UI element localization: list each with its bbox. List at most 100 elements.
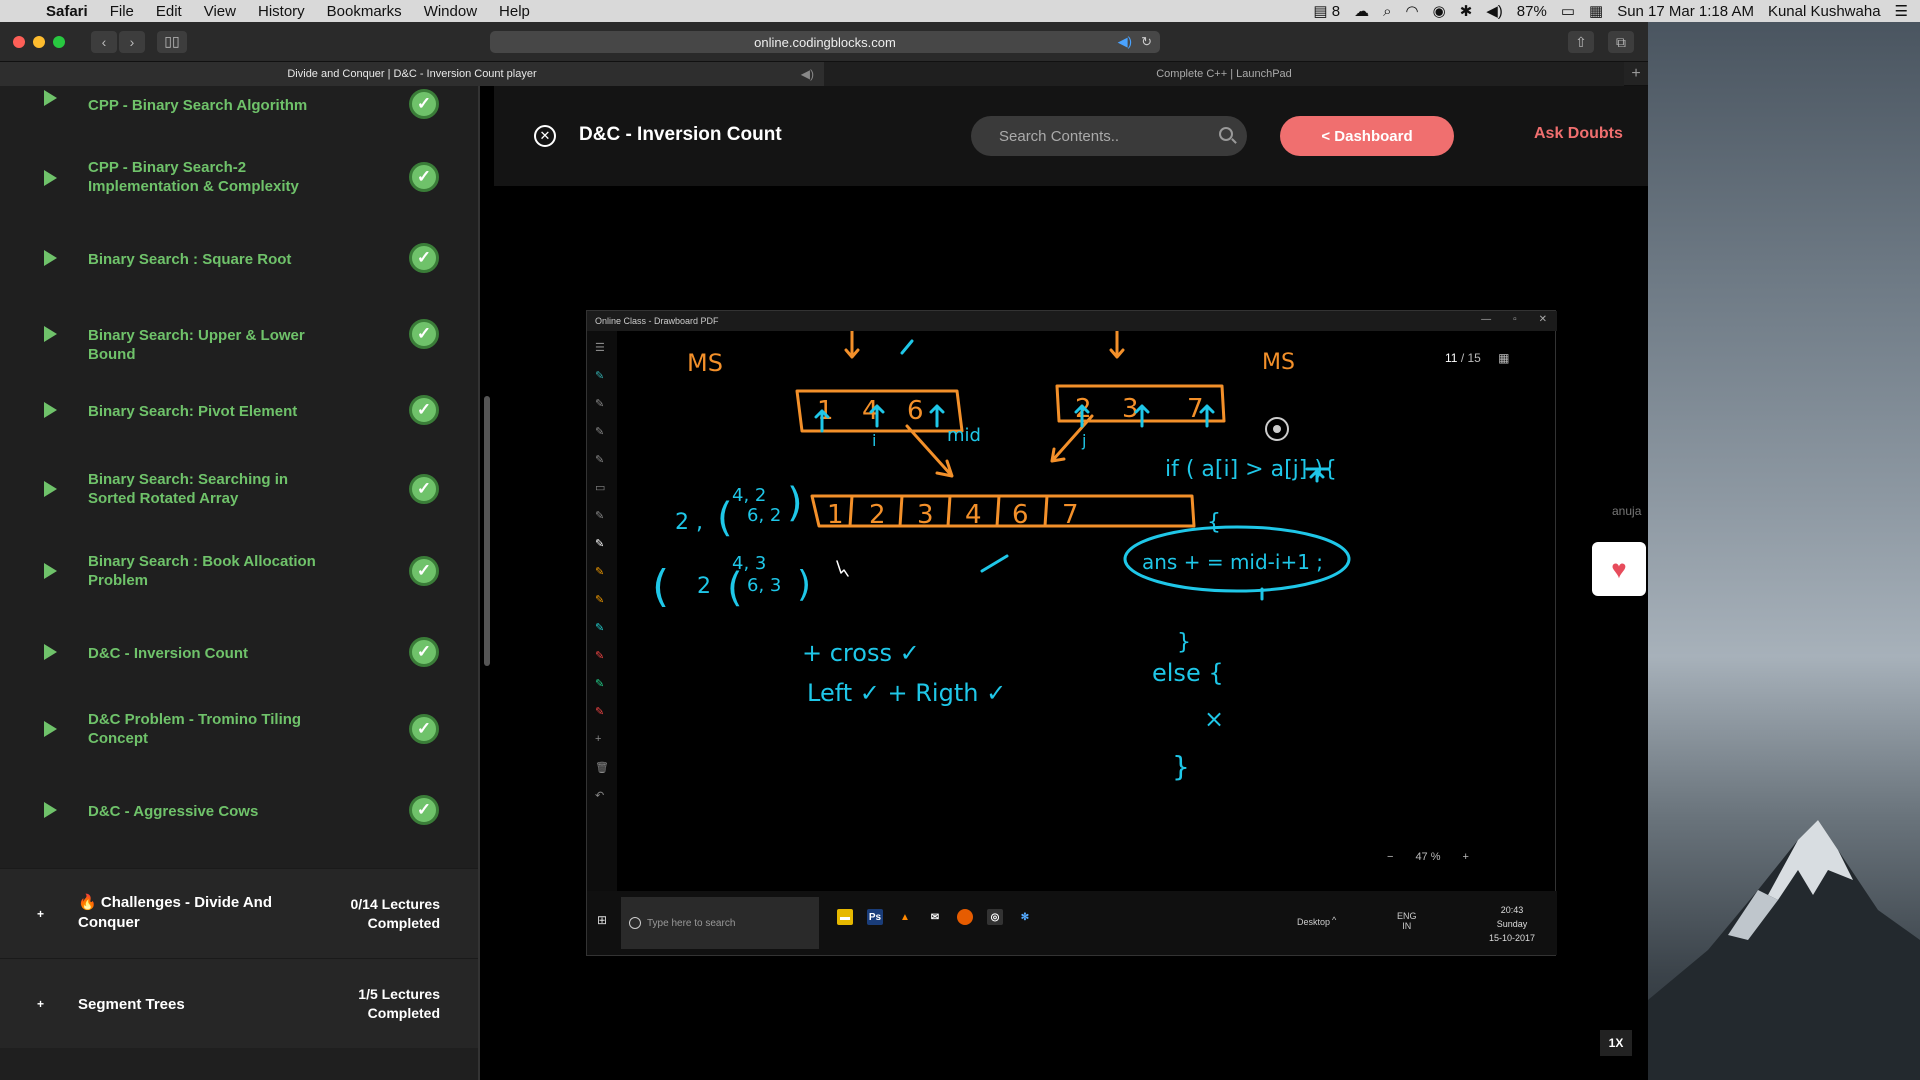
wifi-icon[interactable]: ◠ xyxy=(1406,2,1419,20)
list-icon[interactable]: ☰ xyxy=(1895,2,1908,20)
lecture-item[interactable]: D&C - Aggressive Cows ✓ xyxy=(0,790,478,830)
lecture-item[interactable]: Binary Search: Pivot Element ✓ xyxy=(0,390,478,430)
user-name[interactable]: Kunal Kushwaha xyxy=(1768,3,1881,20)
tab-launchpad[interactable]: Complete C++ | LaunchPad xyxy=(824,62,1624,86)
menu-file[interactable]: File xyxy=(110,3,134,20)
heart-chat-icon: ♥ xyxy=(1611,554,1627,584)
svg-text:else {: else { xyxy=(1152,659,1224,687)
svg-text:MS: MS xyxy=(687,349,723,377)
menu-app-name[interactable]: Safari xyxy=(46,3,88,20)
audio-playing-icon[interactable]: ◀) xyxy=(1118,34,1132,50)
search-input[interactable]: Search Contents.. xyxy=(971,116,1247,156)
lecture-title: Binary Search: Searching in Sorted Rotat… xyxy=(88,471,289,507)
url-text: online.codingblocks.com xyxy=(754,34,896,50)
expand-icon[interactable]: + xyxy=(37,907,44,921)
lecture-title: D&C Problem - Tromino Tiling Concept xyxy=(88,711,302,747)
check-icon: ✓ xyxy=(409,474,439,504)
notes-icon[interactable]: ▤ 8 xyxy=(1313,2,1340,20)
siri-icon[interactable]: ◉ xyxy=(1433,2,1446,20)
battery-icon[interactable]: ▭ xyxy=(1561,2,1575,20)
zoom-level: 47 % xyxy=(1415,851,1441,863)
lecture-item-active[interactable]: D&C - Inversion Count ✓ xyxy=(0,632,478,672)
chat-widget-button[interactable]: ♥ xyxy=(1592,542,1646,596)
eraser-icon: ✎ xyxy=(595,454,605,466)
ask-doubts-link[interactable]: Ask Doubts xyxy=(1534,125,1623,143)
new-tab-icon[interactable]: + xyxy=(1624,62,1648,85)
cloud-icon[interactable]: ☁ xyxy=(1354,2,1369,20)
close-icon[interactable]: ✕ xyxy=(534,125,556,147)
svg-text:2: 2 xyxy=(697,574,711,599)
svg-text:}: } xyxy=(1172,750,1190,783)
lecture-item[interactable]: CPP - Binary Search Algorithm ✓ xyxy=(0,86,478,126)
menu-help[interactable]: Help xyxy=(499,3,530,20)
lecture-item[interactable]: D&C Problem - Tromino Tiling Concept ✓ xyxy=(0,704,478,754)
check-icon: ✓ xyxy=(409,556,439,586)
trash-icon: 🗑 xyxy=(595,762,609,774)
bluetooth-icon[interactable]: ✱ xyxy=(1460,2,1473,20)
sidebar-toggle-icon[interactable]: ▯▯ xyxy=(157,30,187,53)
forward-button[interactable]: › xyxy=(119,30,145,53)
section-segment-trees[interactable]: + Segment Trees 1/5 Lectures Completed xyxy=(0,958,478,1048)
flag-icon[interactable]: ▦ xyxy=(1589,2,1603,20)
mountain-image xyxy=(1648,820,1920,1080)
play-icon xyxy=(44,90,57,106)
svg-text:(: ( xyxy=(717,495,733,541)
dashboard-button[interactable]: < Dashboard xyxy=(1280,116,1454,156)
lecture-item[interactable]: Binary Search : Square Root ✓ xyxy=(0,238,478,278)
lecture-title: Binary Search: Upper & Lower Bound xyxy=(88,327,305,363)
svg-text:×: × xyxy=(1204,705,1224,733)
play-icon xyxy=(44,644,57,660)
taskbar-clock: 20:43 Sunday 15-10-2017 xyxy=(1488,905,1535,943)
volume-icon[interactable]: ◀) xyxy=(1486,2,1503,20)
menu-edit[interactable]: Edit xyxy=(156,3,182,20)
play-icon xyxy=(44,721,57,737)
menu-history[interactable]: History xyxy=(258,3,305,20)
lecture-item[interactable]: CPP - Binary Search-2 Implementation & C… xyxy=(0,152,478,202)
grid-icon: ▦ xyxy=(1498,351,1510,365)
tab-player[interactable]: Divide and Conquer | D&C - Inversion Cou… xyxy=(0,62,824,86)
minimize-icon: — xyxy=(1481,314,1492,325)
play-icon xyxy=(44,563,57,579)
menu-bookmarks[interactable]: Bookmarks xyxy=(327,3,402,20)
pen-icon: ✎ xyxy=(595,706,605,718)
lecture-item[interactable]: Binary Search: Upper & Lower Bound ✓ xyxy=(0,314,478,363)
firefox-icon xyxy=(957,909,973,925)
tab-audio-icon[interactable]: ◀) xyxy=(801,67,814,81)
zoom-window-button[interactable] xyxy=(53,35,65,48)
lecture-item[interactable]: Binary Search: Searching in Sorted Rotat… xyxy=(0,464,478,514)
check-icon: ✓ xyxy=(409,637,439,667)
minimize-window-button[interactable] xyxy=(33,35,45,48)
check-icon: ✓ xyxy=(409,795,439,825)
lecture-item[interactable]: Binary Search : Book Allocation Problem … xyxy=(0,546,478,596)
svg-text:MS: MS xyxy=(1262,350,1295,375)
back-button[interactable]: ‹ xyxy=(91,30,117,53)
menu-window[interactable]: Window xyxy=(424,3,477,20)
section-title: Segment Trees xyxy=(78,996,185,1013)
fire-icon: 🔥 xyxy=(78,894,97,911)
search-placeholder: Search Contents.. xyxy=(999,127,1120,145)
playback-speed-button[interactable]: 1X xyxy=(1600,1030,1632,1056)
datetime[interactable]: Sun 17 Mar 1:18 AM xyxy=(1617,3,1754,20)
battery-percent[interactable]: 87% xyxy=(1517,3,1547,20)
close-window-button[interactable] xyxy=(13,35,25,48)
lecture-video[interactable]: Online Class - Drawboard PDF — ▫ ✕ ☰ ✎ ✎ ✎… xyxy=(586,310,1557,956)
menu-view[interactable]: View xyxy=(204,3,236,20)
sidebar-scrollbar[interactable] xyxy=(484,396,490,666)
reload-icon[interactable]: ↻ xyxy=(1141,34,1152,50)
spotlight-icon[interactable]: ⌕ xyxy=(1383,3,1391,20)
address-bar[interactable]: online.codingblocks.com ◀) ↻ xyxy=(490,31,1160,53)
section-challenges[interactable]: + 🔥 Challenges - Divide And Conquer 0/14… xyxy=(0,868,478,958)
video-window-title: Online Class - Drawboard PDF xyxy=(595,316,719,326)
search-icon[interactable] xyxy=(1219,127,1233,141)
expand-icon[interactable]: + xyxy=(37,997,44,1011)
share-icon[interactable]: ⇧ xyxy=(1568,31,1594,53)
pen-icon: ✎ xyxy=(595,510,605,522)
svg-text:(: ( xyxy=(652,561,669,612)
tabs-overview-icon[interactable]: ⧉ xyxy=(1608,31,1634,53)
whiteboard-canvas: MS 146 237 123467 MS i mid j if (a[i] >… xyxy=(652,331,1351,891)
play-icon xyxy=(44,170,57,186)
svg-text:j: j xyxy=(1081,431,1086,450)
browser-toolbar: ‹ › ▯▯ online.codingblocks.com ◀) ↻ ⇧ ⧉ xyxy=(0,22,1648,62)
pen-icon: ✎ xyxy=(595,678,605,690)
vlc-icon: ▲ xyxy=(900,911,910,923)
